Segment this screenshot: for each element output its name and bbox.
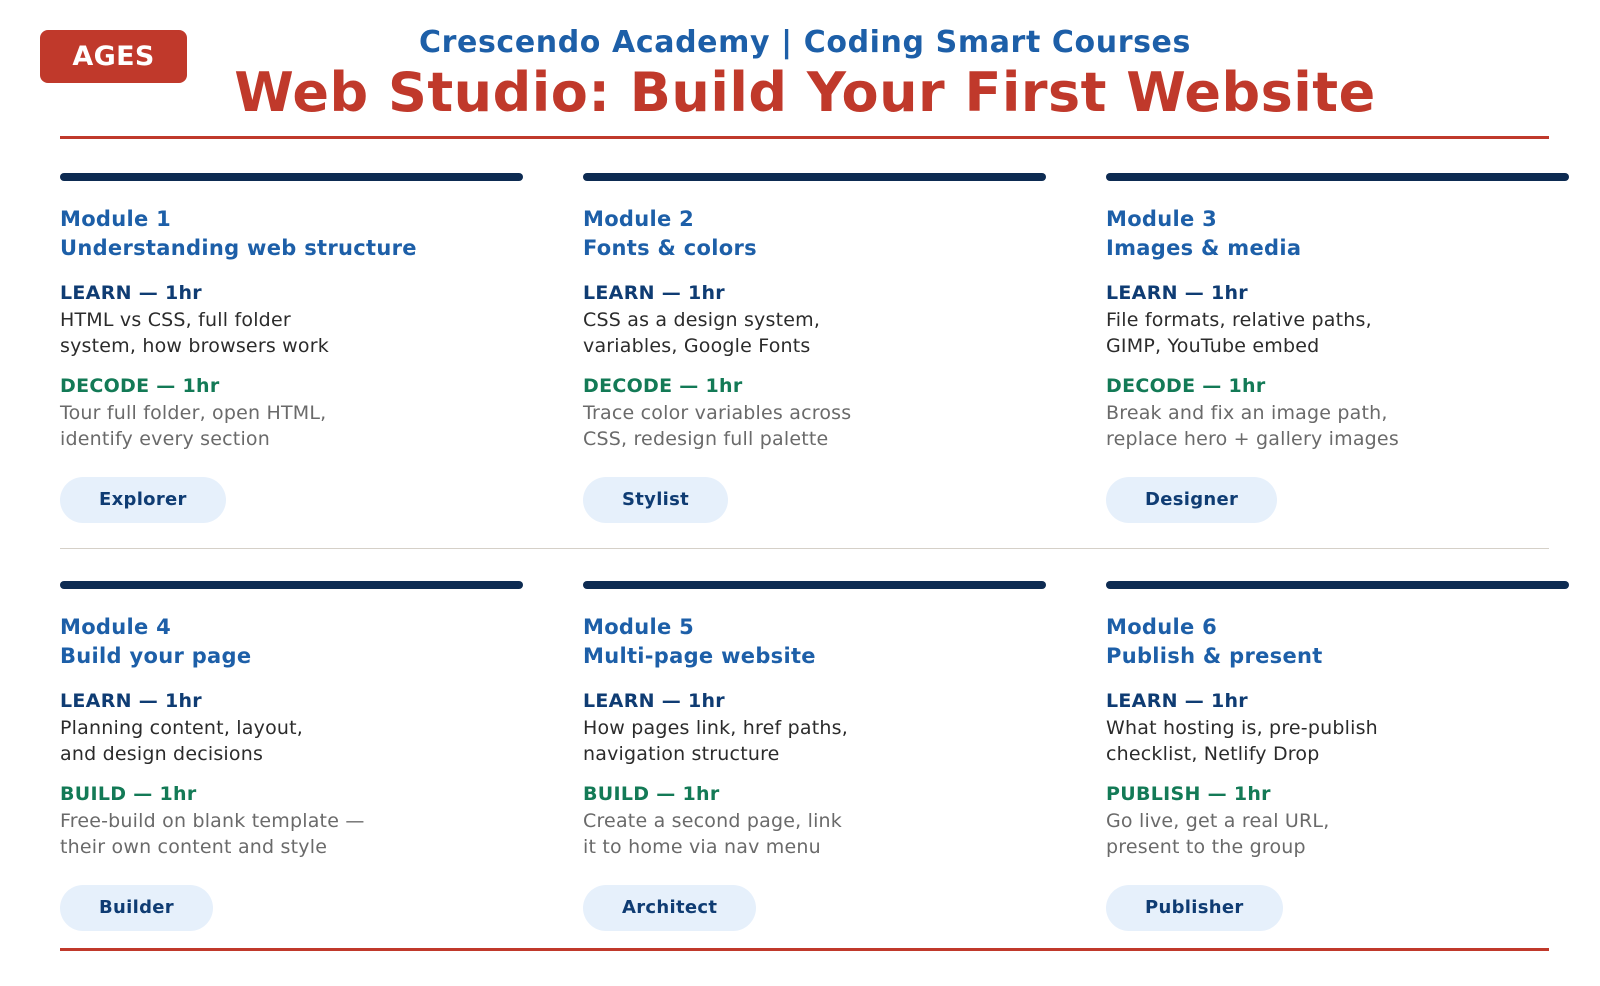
- module-card-6: Module 6 Publish & present LEARN — 1hr W…: [1106, 581, 1569, 931]
- module-name: Publish & present: [1106, 644, 1323, 668]
- learn-text-line-1: Planning content, layout,: [60, 717, 304, 739]
- learn-text-line-2: variables, Google Fonts: [583, 335, 811, 357]
- course-title: Web Studio: Build Your First Website: [234, 61, 1376, 124]
- role-badge-publisher: Publisher: [1106, 885, 1283, 931]
- activity-label: DECODE — 1hr: [60, 375, 220, 397]
- module-card-4: Module 4 Build your page LEARN — 1hr Pla…: [60, 581, 523, 931]
- module-number: Module 3: [1106, 207, 1218, 231]
- learn-text-line-1: HTML vs CSS, full folder: [60, 309, 291, 331]
- role-badge-explorer: Explorer: [60, 477, 226, 523]
- activity-label: PUBLISH — 1hr: [1106, 783, 1271, 805]
- module-top-bar: [1106, 173, 1569, 181]
- learn-text-line-2: and design decisions: [60, 743, 264, 765]
- module-top-bar: [583, 173, 1046, 181]
- module-top-bar: [60, 581, 523, 589]
- activity-text-line-2: present to the group: [1106, 836, 1306, 858]
- module-number: Module 2: [583, 207, 695, 231]
- learn-text-line-2: system, how browsers work: [60, 335, 329, 357]
- activity-label: DECODE — 1hr: [1106, 375, 1266, 397]
- activity-text-line-1: Trace color variables across: [583, 402, 852, 424]
- module-name: Understanding web structure: [60, 236, 417, 260]
- activity-text-line-1: Create a second page, link: [583, 810, 842, 832]
- activity-label: DECODE — 1hr: [583, 375, 743, 397]
- module-top-bar: [1106, 581, 1569, 589]
- learn-text-line-2: GIMP, YouTube embed: [1106, 335, 1320, 357]
- role-badge-architect: Architect: [583, 885, 757, 931]
- module-name: Build your page: [60, 644, 252, 668]
- footer-divider: [60, 948, 1549, 951]
- learn-label: LEARN — 1hr: [1106, 282, 1248, 304]
- role-badge-builder: Builder: [60, 885, 213, 931]
- module-number: Module 4: [60, 615, 172, 639]
- role-badge-designer: Designer: [1106, 477, 1278, 523]
- activity-label: BUILD — 1hr: [583, 783, 720, 805]
- module-name: Images & media: [1106, 236, 1302, 260]
- module-number: Module 1: [60, 207, 172, 231]
- learn-label: LEARN — 1hr: [60, 690, 202, 712]
- activity-text-line-2: their own content and style: [60, 836, 328, 858]
- module-number: Module 6: [1106, 615, 1218, 639]
- module-card-5: Module 5 Multi-page website LEARN — 1hr …: [583, 581, 1046, 931]
- learn-label: LEARN — 1hr: [1106, 690, 1248, 712]
- activity-text-line-1: Break and fix an image path,: [1106, 402, 1388, 424]
- learn-text-line-1: CSS as a design system,: [583, 309, 821, 331]
- activity-text-line-2: CSS, redesign full palette: [583, 428, 829, 450]
- activity-text-line-1: Go live, get a real URL,: [1106, 810, 1330, 832]
- module-name: Fonts & colors: [583, 236, 757, 260]
- activity-text-line-1: Free-build on blank template —: [60, 810, 365, 832]
- learn-text-line-1: File formats, relative paths,: [1106, 309, 1372, 331]
- learn-label: LEARN — 1hr: [583, 282, 725, 304]
- learn-label: LEARN — 1hr: [60, 282, 202, 304]
- activity-label: BUILD — 1hr: [60, 783, 197, 805]
- header-divider: [60, 136, 1549, 139]
- learn-text-line-2: checklist, Netlify Drop: [1106, 743, 1320, 765]
- module-card-1: Module 1 Understanding web structure LEA…: [60, 173, 523, 523]
- learn-label: LEARN — 1hr: [583, 690, 725, 712]
- module-card-2: Module 2 Fonts & colors LEARN — 1hr CSS …: [583, 173, 1046, 523]
- learn-text-line-2: navigation structure: [583, 743, 780, 765]
- learn-text-line-1: How pages link, href paths,: [583, 717, 848, 739]
- module-name: Multi-page website: [583, 644, 816, 668]
- module-number: Module 5: [583, 615, 695, 639]
- academy-subtitle: Crescendo Academy | Coding Smart Courses: [419, 25, 1191, 60]
- activity-text-line-1: Tour full folder, open HTML,: [60, 402, 327, 424]
- role-badge-stylist: Stylist: [583, 477, 729, 523]
- learn-text-line-1: What hosting is, pre-publish: [1106, 717, 1378, 739]
- module-card-3: Module 3 Images & media LEARN — 1hr File…: [1106, 173, 1569, 523]
- module-top-bar: [583, 581, 1046, 589]
- activity-text-line-2: identify every section: [60, 428, 270, 450]
- row-divider: [60, 548, 1549, 549]
- module-top-bar: [60, 173, 523, 181]
- activity-text-line-2: it to home via nav menu: [583, 836, 821, 858]
- activity-text-line-2: replace hero + gallery images: [1106, 428, 1399, 450]
